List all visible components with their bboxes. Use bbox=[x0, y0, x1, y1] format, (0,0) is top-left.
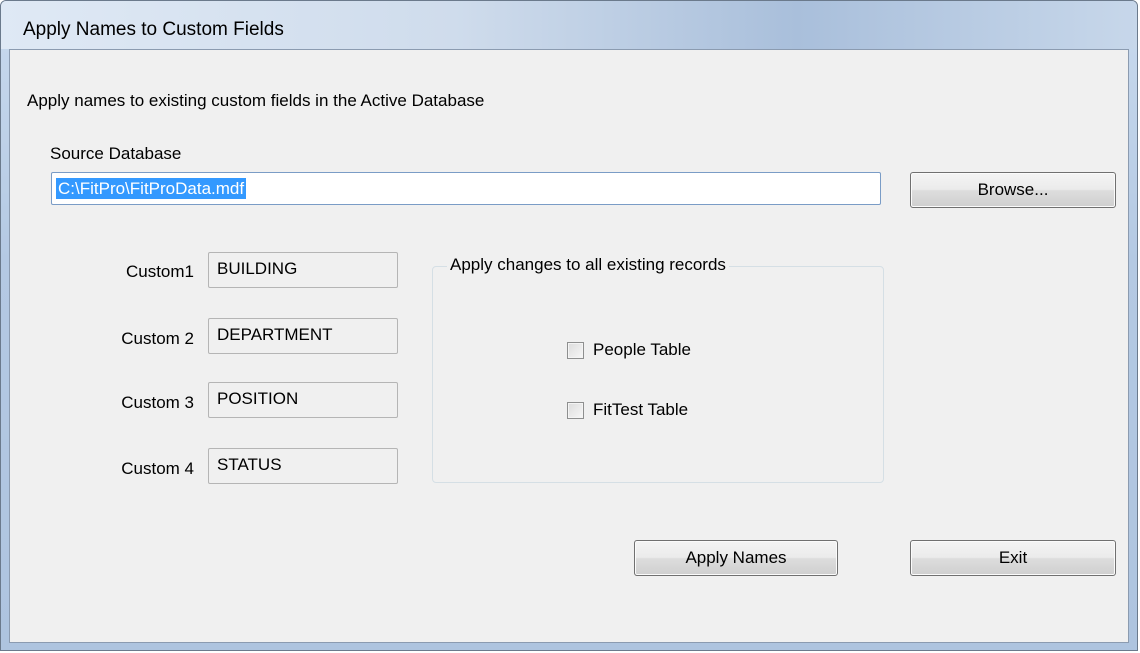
custom1-field[interactable]: BUILDING bbox=[208, 252, 398, 288]
custom2-field[interactable]: DEPARTMENT bbox=[208, 318, 398, 354]
custom2-label: Custom 2 bbox=[121, 329, 194, 348]
fittest-table-label: FitTest Table bbox=[593, 400, 689, 419]
people-table-label: People Table bbox=[593, 340, 691, 359]
custom3-label: Custom 3 bbox=[121, 393, 194, 412]
custom1-label: Custom1 bbox=[125, 262, 194, 281]
apply-changes-group: Apply changes to all existing records Pe… bbox=[432, 255, 884, 483]
custom4-label: Custom 4 bbox=[121, 459, 194, 478]
apply-names-button[interactable]: Apply Names bbox=[634, 540, 838, 576]
dialog-window: Apply Names to Custom Fields Apply names… bbox=[0, 0, 1138, 651]
custom4-field[interactable]: STATUS bbox=[208, 448, 398, 484]
people-table-checkbox[interactable] bbox=[567, 341, 584, 359]
fittest-table-option[interactable]: FitTest Table bbox=[567, 400, 688, 420]
description-text: Apply names to existing custom fields in… bbox=[27, 91, 485, 110]
fittest-table-checkbox[interactable] bbox=[567, 401, 584, 419]
exit-button[interactable]: Exit bbox=[910, 540, 1116, 576]
custom3-field[interactable]: POSITION bbox=[208, 382, 398, 418]
source-database-input[interactable]: C:\FitPro\FitProData.mdf bbox=[51, 172, 881, 205]
title-bar[interactable]: Apply Names to Custom Fields bbox=[1, 1, 1137, 49]
window-title: Apply Names to Custom Fields bbox=[23, 19, 284, 40]
source-database-value: C:\FitPro\FitProData.mdf bbox=[56, 178, 247, 199]
apply-changes-group-title: Apply changes to all existing records bbox=[447, 255, 729, 275]
dialog-body: Apply names to existing custom fields in… bbox=[9, 49, 1129, 643]
source-database-label: Source Database bbox=[50, 144, 182, 163]
people-table-option[interactable]: People Table bbox=[567, 340, 691, 360]
browse-button[interactable]: Browse... bbox=[910, 172, 1116, 208]
